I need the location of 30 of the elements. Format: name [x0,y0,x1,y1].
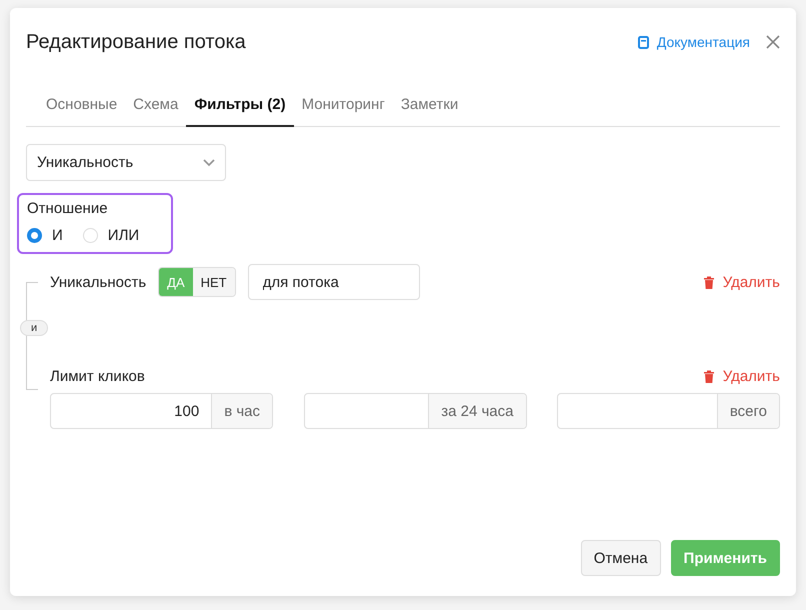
filter-label: Лимит кликов [50,368,145,385]
input-field[interactable]: за 24 часа [304,393,526,429]
radio-option[interactable]: ИЛИ [82,227,140,244]
tab[interactable]: Основные [38,90,126,127]
filter-label: Уникальность [50,274,146,290]
tab[interactable]: Мониторинг [294,90,393,127]
filter-select[interactable]: Уникальность [26,144,226,181]
input-field[interactable]: для потока [248,264,420,300]
tab[interactable]: Схема [125,90,186,127]
connector-label: и [20,320,48,336]
chevron-down-icon [203,158,215,166]
dialog-title: Редактирование потока [26,30,246,54]
input-addon: в час [211,394,272,428]
input-addon: за 24 часа [428,394,526,428]
input-field[interactable]: 100 в час [50,393,273,429]
documentation-link[interactable]: Документация [638,34,750,50]
input-field[interactable]: всего [557,393,780,429]
cancel-button[interactable]: Отмена [580,540,661,576]
book-icon [638,36,649,48]
trash-icon [702,276,715,288]
tab[interactable]: Заметки [392,90,466,127]
close-button[interactable] [766,35,780,49]
radio-option[interactable]: И [27,227,63,244]
tab[interactable]: Фильтры (2) [186,90,294,127]
input-addon: всего [716,394,779,428]
toggle-option[interactable]: НЕТ [192,268,235,296]
delete-button[interactable]: Удалить [702,368,780,385]
relation-label: Отношение [27,200,109,217]
trash-icon [702,370,715,383]
delete-button[interactable]: Удалить [702,274,780,290]
